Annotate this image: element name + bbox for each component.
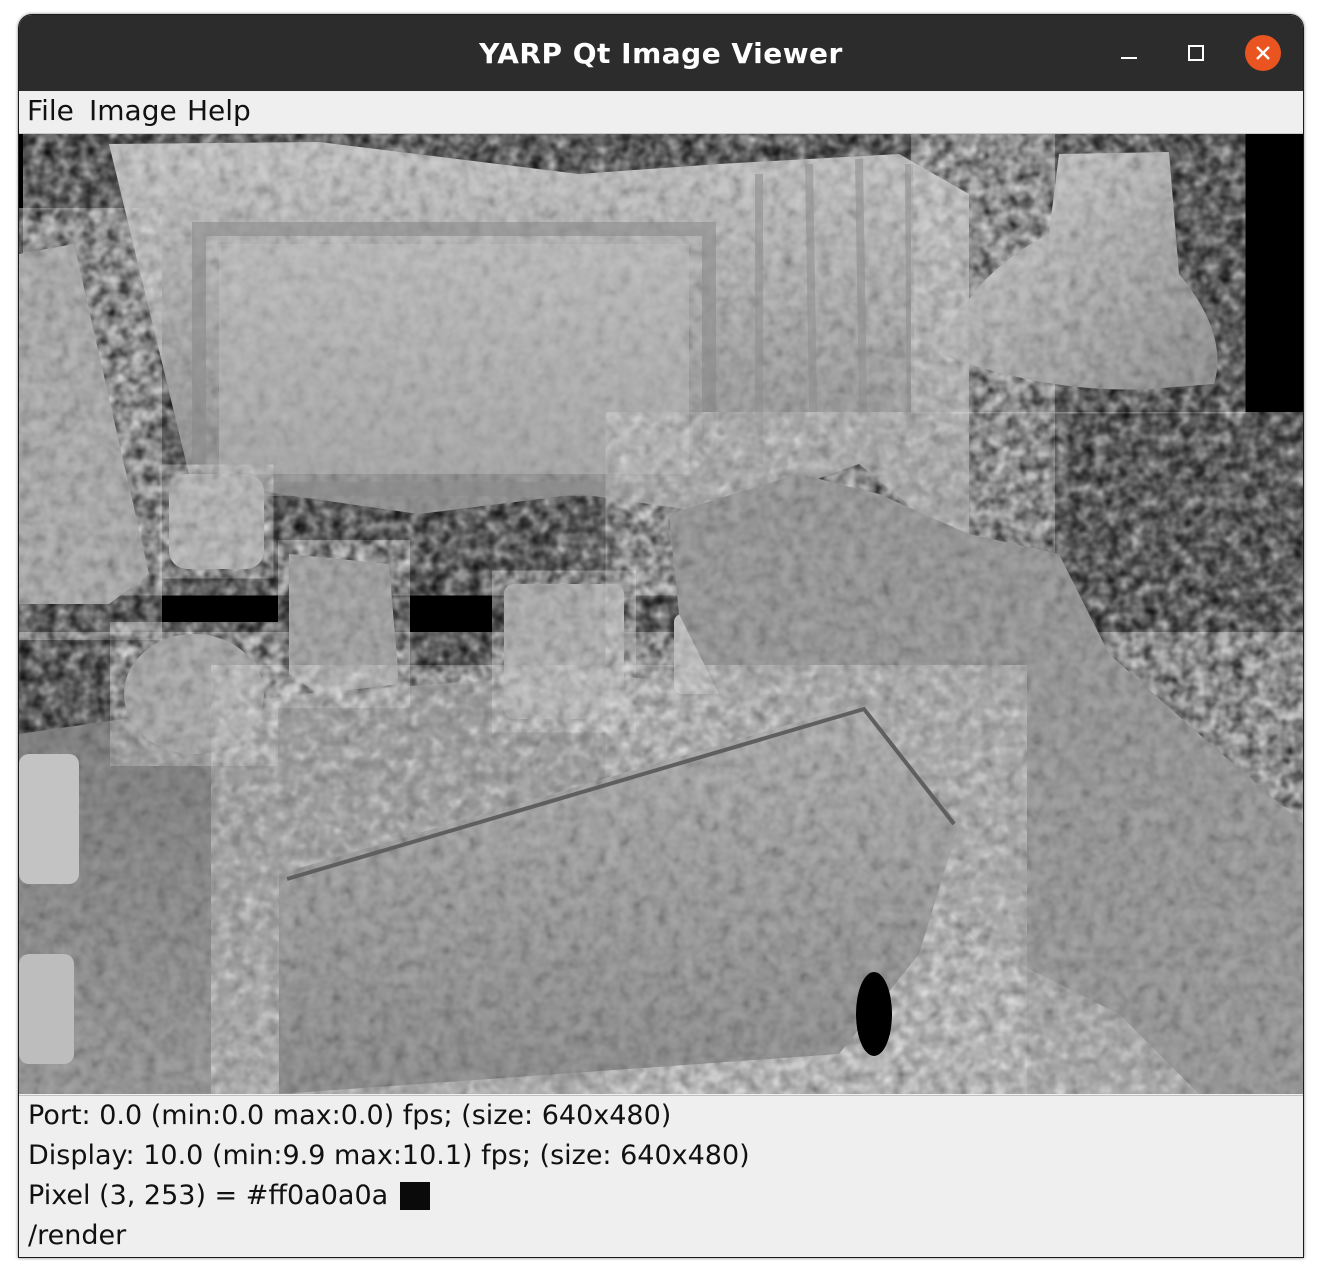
display-fps-text: Display: 10.0 (min:9.9 max:10.1) fps; (s… [28, 1140, 750, 1171]
port-fps-text: Port: 0.0 (min:0.0 max:0.0) fps; (size: … [28, 1100, 672, 1131]
menu-image[interactable]: Image [89, 94, 177, 127]
status-panel: Port: 0.0 (min:0.0 max:0.0) fps; (size: … [19, 1095, 1303, 1257]
close-button[interactable] [1245, 35, 1281, 71]
menu-help[interactable]: Help [187, 94, 251, 127]
menu-file[interactable]: File [27, 94, 74, 127]
app-window: YARP Qt Image Viewer File Image Help Por… [18, 14, 1304, 1258]
pixel-info: Pixel (3, 253) = #ff0a0a0a [28, 1180, 431, 1211]
maximize-icon [1188, 45, 1204, 61]
port-name-text: /render [28, 1220, 127, 1251]
pixel-color-swatch [400, 1181, 431, 1210]
close-icon [1256, 46, 1270, 60]
menu-bar: File Image Help [19, 91, 1303, 134]
title-bar[interactable]: YARP Qt Image Viewer [19, 15, 1303, 91]
image-display[interactable] [19, 134, 1303, 1094]
minimize-icon [1121, 57, 1137, 59]
pixel-value-text: Pixel (3, 253) = #ff0a0a0a [28, 1180, 389, 1211]
rendered-scene-image [19, 142, 1303, 1094]
maximize-button[interactable] [1178, 35, 1214, 71]
minimize-button[interactable] [1111, 35, 1147, 71]
